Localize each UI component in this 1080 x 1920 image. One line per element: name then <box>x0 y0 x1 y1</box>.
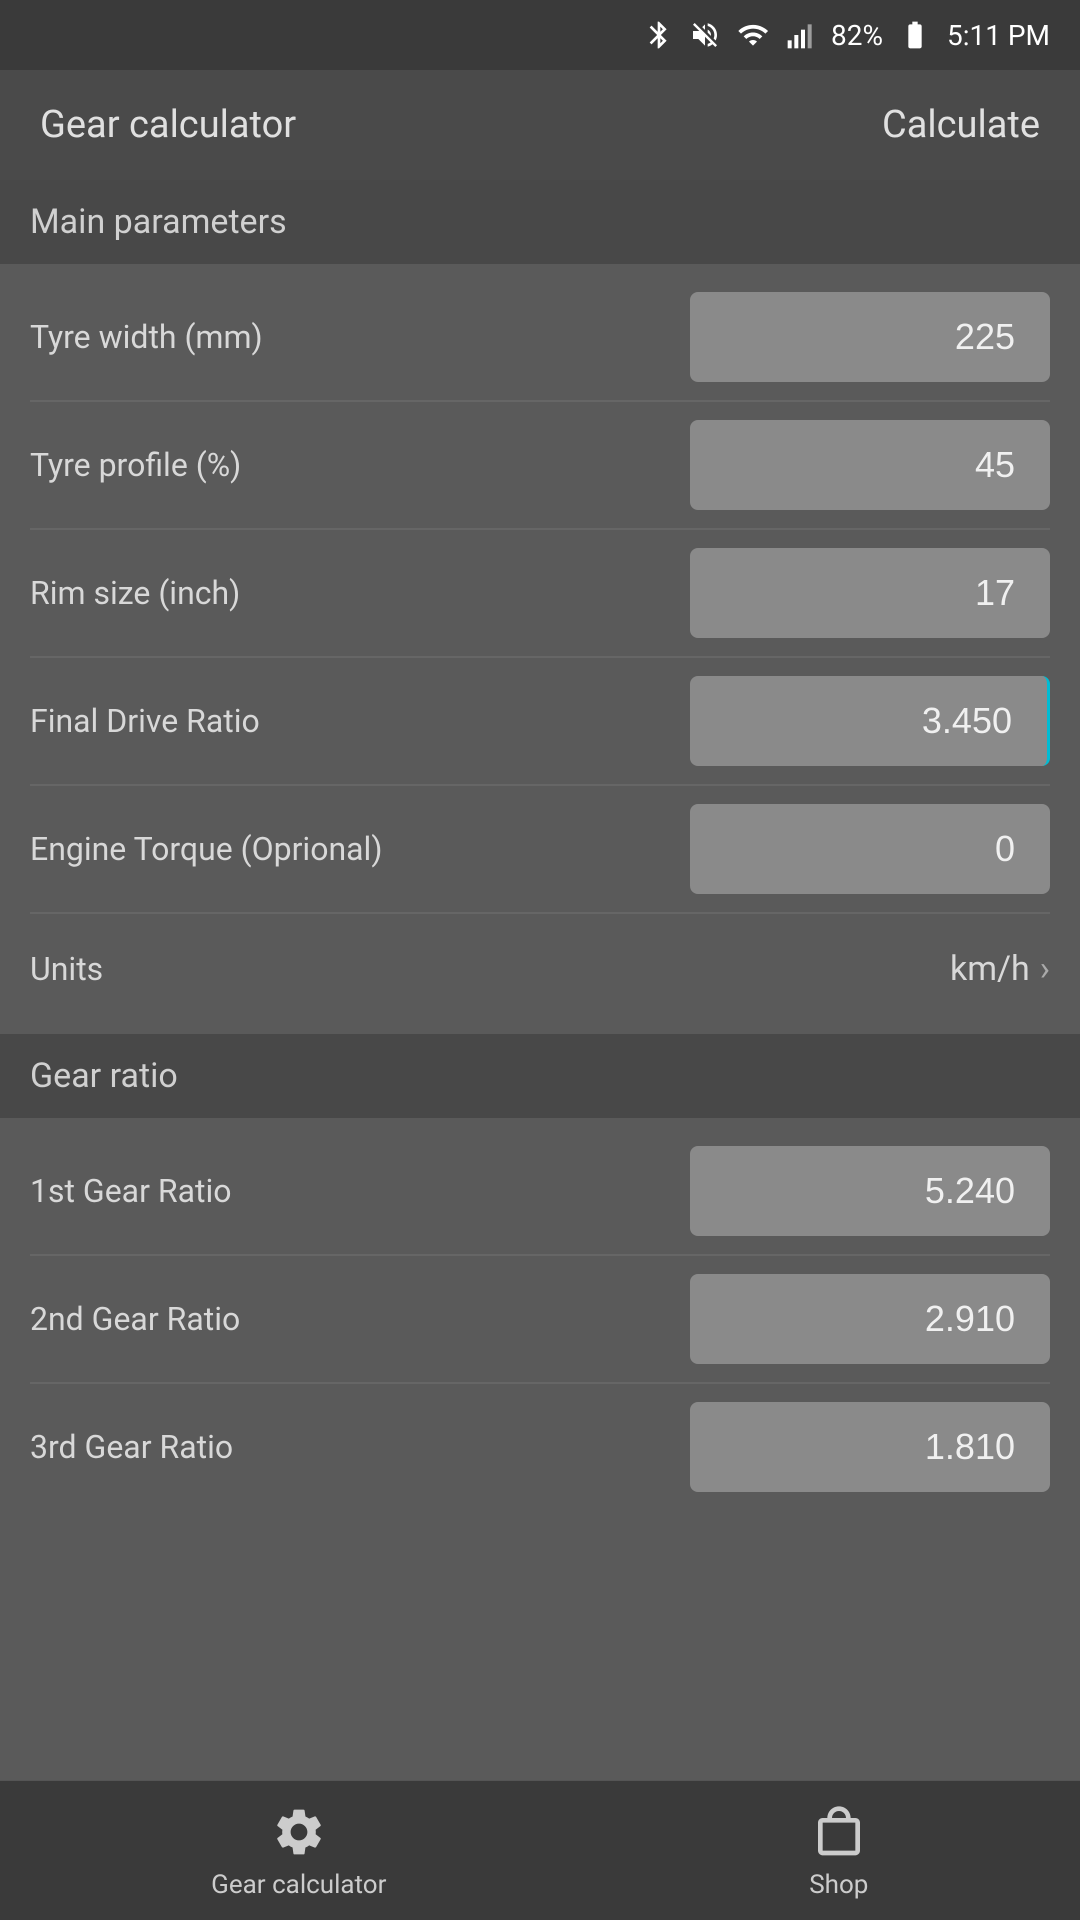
nav-shop[interactable]: Shop <box>809 1802 869 1900</box>
gear-ratio-header: Gear ratio <box>0 1034 1080 1118</box>
gear-2-input[interactable] <box>690 1274 1050 1364</box>
app-title: Gear calculator <box>40 103 296 147</box>
bottom-navigation: Gear calculator Shop <box>0 1780 1080 1920</box>
tyre-profile-row: Tyre profile (%) <box>0 402 1080 528</box>
gear-3-input[interactable] <box>690 1402 1050 1492</box>
tyre-width-row: Tyre width (mm) <box>0 274 1080 400</box>
main-params-title: Main parameters <box>30 202 287 242</box>
gear-1-label: 1st Gear Ratio <box>30 1172 231 1210</box>
main-params-section: Tyre width (mm) Tyre profile (%) Rim siz… <box>0 264 1080 1034</box>
battery-icon <box>897 19 933 51</box>
gear-ratio-section: 1st Gear Ratio 2nd Gear Ratio 3rd Gear R… <box>0 1118 1080 1520</box>
units-label: Units <box>30 950 103 988</box>
tyre-profile-input[interactable] <box>690 420 1050 510</box>
rim-size-row: Rim size (inch) <box>0 530 1080 656</box>
gear-2-row: 2nd Gear Ratio <box>0 1256 1080 1382</box>
shop-icon-svg <box>811 1804 867 1860</box>
bluetooth-icon <box>643 19 675 51</box>
tyre-width-label: Tyre width (mm) <box>30 318 263 356</box>
gear-3-row: 3rd Gear Ratio <box>0 1384 1080 1510</box>
gear-icon-svg <box>271 1804 327 1860</box>
final-drive-ratio-label: Final Drive Ratio <box>30 702 260 740</box>
calculate-button[interactable]: Calculate <box>882 103 1040 147</box>
rim-size-label: Rim size (inch) <box>30 574 240 612</box>
signal-icon <box>785 19 817 51</box>
status-bar: 82% 5:11 PM <box>0 0 1080 70</box>
nav-shop-label: Shop <box>809 1870 868 1900</box>
units-row[interactable]: Units km/h › <box>0 914 1080 1024</box>
units-value-container: km/h › <box>950 949 1050 989</box>
engine-torque-input[interactable] <box>690 804 1050 894</box>
mute-icon <box>689 19 721 51</box>
shop-icon <box>809 1802 869 1862</box>
engine-torque-row: Engine Torque (Oprional) <box>0 786 1080 912</box>
time: 5:11 PM <box>947 19 1050 52</box>
app-bar: Gear calculator Calculate <box>0 70 1080 180</box>
nav-gear-calculator-label: Gear calculator <box>211 1870 386 1900</box>
chevron-right-icon: › <box>1040 949 1050 989</box>
engine-torque-label: Engine Torque (Oprional) <box>30 830 382 868</box>
gear-1-row: 1st Gear Ratio <box>0 1128 1080 1254</box>
gear-1-input[interactable] <box>690 1146 1050 1236</box>
units-value-text: km/h <box>950 949 1030 989</box>
status-icons: 82% 5:11 PM <box>643 19 1050 52</box>
nav-gear-calculator[interactable]: Gear calculator <box>211 1802 386 1900</box>
tyre-width-input[interactable] <box>690 292 1050 382</box>
final-drive-ratio-input[interactable] <box>690 676 1050 766</box>
battery-percentage: 82% <box>831 19 883 52</box>
main-content: Main parameters Tyre width (mm) Tyre pro… <box>0 180 1080 1660</box>
gear-calculator-icon <box>269 1802 329 1862</box>
wifi-icon <box>735 19 771 51</box>
rim-size-input[interactable] <box>690 548 1050 638</box>
final-drive-ratio-row: Final Drive Ratio <box>0 658 1080 784</box>
tyre-profile-label: Tyre profile (%) <box>30 446 241 484</box>
gear-ratio-title: Gear ratio <box>30 1056 178 1096</box>
main-params-header: Main parameters <box>0 180 1080 264</box>
gear-3-label: 3rd Gear Ratio <box>30 1428 233 1466</box>
gear-2-label: 2nd Gear Ratio <box>30 1300 240 1338</box>
